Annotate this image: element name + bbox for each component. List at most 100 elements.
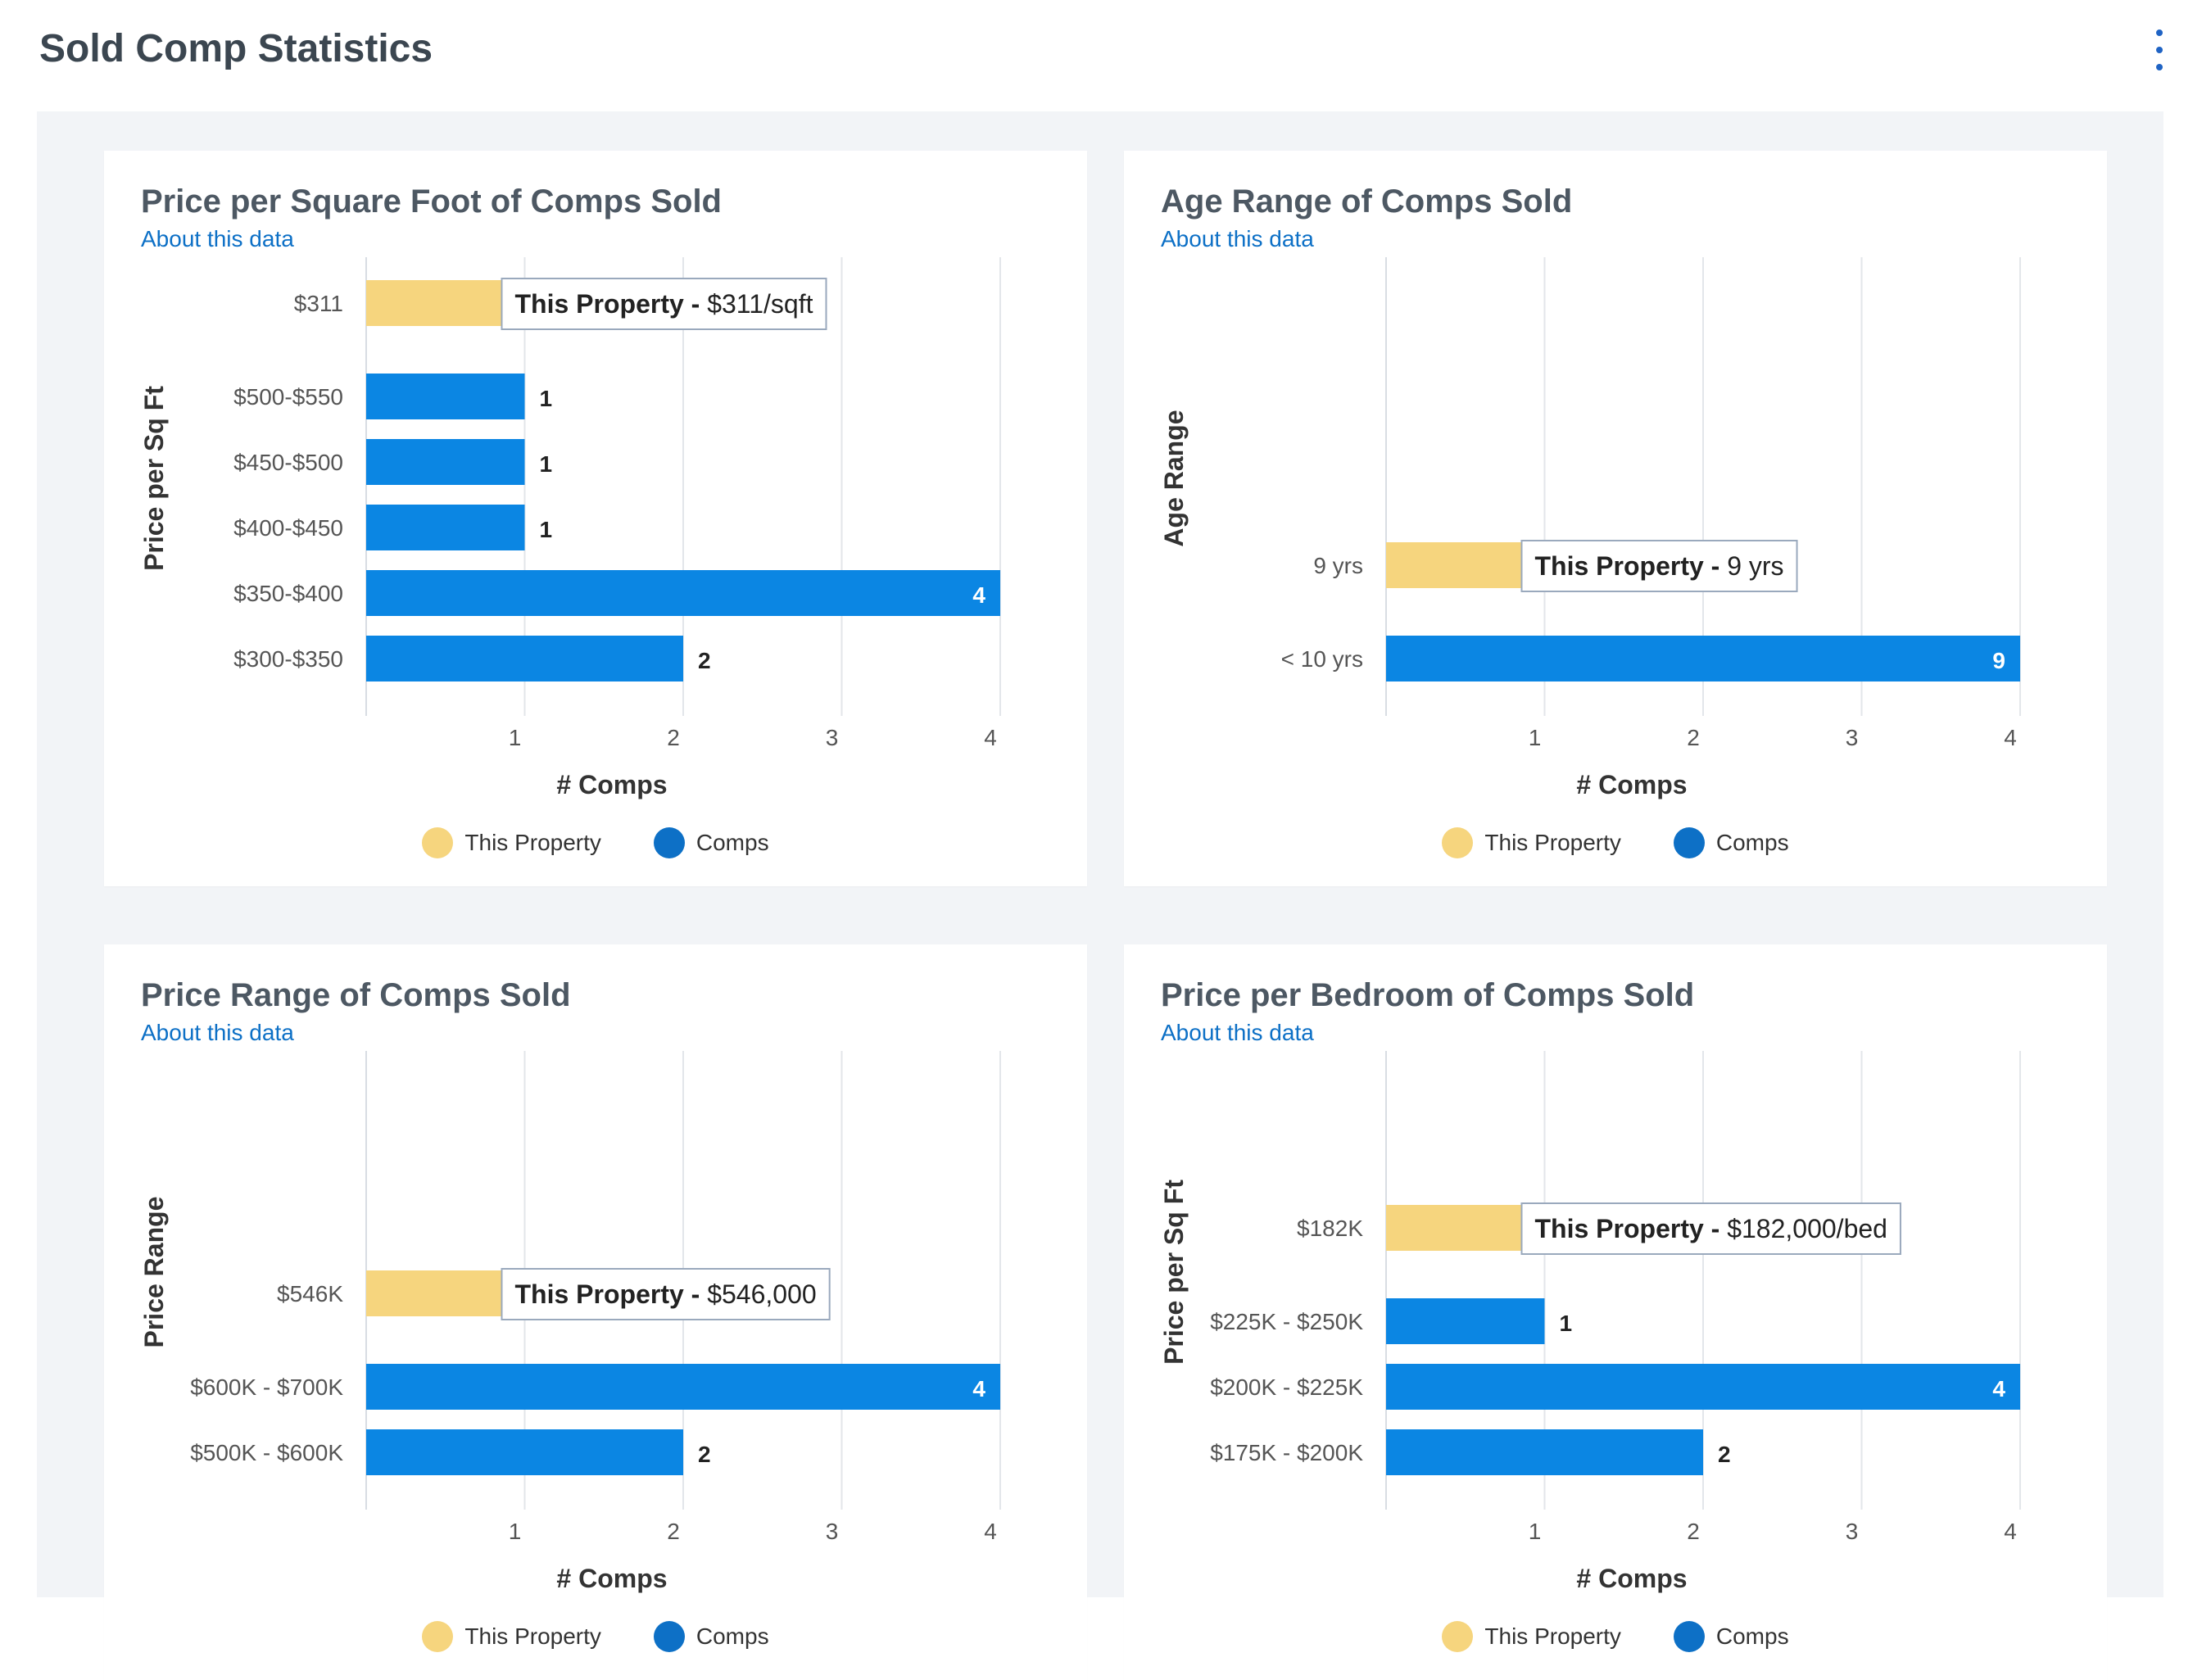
chart-legend: This Property Comps [104,1621,1087,1652]
bar-value-label: 2 [1718,1442,1731,1467]
card-age-range: Age Range of Comps Sold About this data … [1124,151,2107,886]
tooltip-value: $311/sqft [707,289,813,319]
y-tick-label: $311 [294,291,343,316]
bar-comps [366,1429,683,1475]
card-price-range: Price Range of Comps Sold About this dat… [104,944,1087,1680]
y-axis-label: Price per Sq Ft [139,386,169,571]
bar-comps [366,439,525,485]
legend-this-property[interactable]: This Property [422,827,601,858]
y-tick-label: $350-$400 [233,581,343,606]
card-price-per-sqft: Price per Square Foot of Comps Sold Abou… [104,151,1087,886]
chart-legend: This Property Comps [1124,827,2107,858]
tooltip-label: This Property - [515,1279,708,1309]
legend-label: Comps [695,830,769,855]
x-tick-label: 3 [826,1519,839,1544]
bar-value-label: 1 [540,451,553,477]
bar-value-label: 2 [698,648,711,673]
y-tick-label: $200K - $225K [1210,1374,1363,1400]
legend-label: This Property [464,1623,601,1649]
charts-panel: Price per Square Foot of Comps Sold Abou… [37,111,2163,1680]
legend-label: This Property [1484,1623,1621,1649]
x-tick-label: 4 [2004,1519,2017,1544]
bar-this-property [1386,1205,1545,1251]
x-tick-label: 1 [1529,725,1542,750]
tooltip-label: This Property - [1535,1214,1728,1243]
bar-comps [1386,636,2020,682]
bar-comps [1386,1364,2020,1410]
chart-age-range: 1 2 3 4# CompsAge Range9 yrs This Property -… [1159,257,2021,799]
legend-this-property[interactable]: This Property [1442,1621,1621,1652]
y-tick-label: < 10 yrs [1281,646,1363,672]
legend-swatch-this-property [422,1621,454,1652]
bar-comps [1386,1298,1545,1344]
tooltip-value: $546,000 [707,1279,816,1309]
legend-label: Comps [1715,1623,1789,1649]
tooltip-label: This Property - [515,289,708,319]
bar-comps [366,374,525,419]
page-title: Sold Comp Statistics [39,27,433,70]
legend-label: This Property [464,830,601,855]
x-axis-label: # Comps [1576,1564,1687,1593]
bar-value-label: 1 [1560,1311,1573,1336]
x-tick-label: 3 [1846,1519,1859,1544]
tooltip-value: 9 yrs [1727,551,1783,581]
tooltip-text: This Property - $311/sqft [515,289,813,319]
bar-value-label: 4 [972,582,985,608]
y-tick-label: $225K - $250K [1210,1309,1363,1334]
x-tick-label: 4 [2004,725,2017,750]
x-tick-label: 1 [509,1519,522,1544]
legend-swatch-comps [1673,1621,1705,1652]
legend-label: Comps [695,1623,769,1649]
y-tick-label: $500K - $600K [190,1440,343,1465]
tooltip-label: This Property - [1535,551,1728,581]
bar-this-property [366,280,525,326]
x-tick-label: 4 [984,725,997,750]
bar-value-label: 2 [698,1442,711,1467]
legend-swatch-comps [653,827,685,858]
chart-legend: This Property Comps [1124,1621,2107,1652]
bar-comps [1386,1429,1703,1475]
bar-value-label: 1 [540,386,553,411]
bar-value-label: 4 [972,1376,985,1402]
x-axis-label: # Comps [1576,770,1687,799]
y-tick-label: $546K [277,1281,343,1306]
x-tick-label: 3 [1846,725,1859,750]
x-tick-label: 2 [667,725,680,750]
x-tick-label: 2 [1687,1519,1700,1544]
tooltip-text: This Property - $546,000 [515,1279,817,1309]
y-tick-label: $175K - $200K [1210,1440,1363,1465]
y-tick-label: $500-$550 [233,384,343,410]
legend-swatch-this-property [1442,1621,1474,1652]
legend-comps[interactable]: Comps [1673,1621,1789,1652]
legend-comps[interactable]: Comps [653,827,769,858]
bar-value-label: 1 [540,517,553,542]
chart-price-per-sqft: 1 2 3 4 # Comps Price per Sq Ft $311 This Prope… [139,257,1001,799]
y-axis-label: Age Range [1159,410,1189,546]
card-price-per-bedroom: Price per Bedroom of Comps Sold About th… [1124,944,2107,1680]
legend-swatch-this-property [1442,827,1474,858]
more-options-icon[interactable] [2147,29,2172,70]
bar-comps [366,636,683,682]
legend-label: Comps [1715,830,1789,855]
legend-comps[interactable]: Comps [653,1621,769,1652]
legend-label: This Property [1484,830,1621,855]
x-tick-label: 1 [509,725,522,750]
x-tick-label: 3 [826,725,839,750]
bar-comps [366,505,525,550]
x-tick-label: 4 [984,1519,997,1544]
chart-price-per-bedroom: 1 2 3 4 # Comps Price per Sq Ft $182K This Prop… [1159,1051,2021,1593]
legend-comps[interactable]: Comps [1673,827,1789,858]
legend-this-property[interactable]: This Property [1442,827,1621,858]
bar-this-property [366,1270,525,1316]
legend-this-property[interactable]: This Property [422,1621,601,1652]
tooltip-value: $182,000/bed [1727,1214,1887,1243]
y-tick-label: $450-$500 [233,450,343,475]
legend-swatch-comps [653,1621,685,1652]
y-tick-label: $182K [1297,1216,1363,1241]
y-tick-label: $300-$350 [233,646,343,672]
bar-value-label: 4 [1992,1376,2005,1402]
y-tick-label: $600K - $700K [190,1374,343,1400]
x-tick-label: 2 [667,1519,680,1544]
tooltip-text: This Property - 9 yrs [1535,551,1784,581]
y-tick-label: $400-$450 [233,515,343,541]
